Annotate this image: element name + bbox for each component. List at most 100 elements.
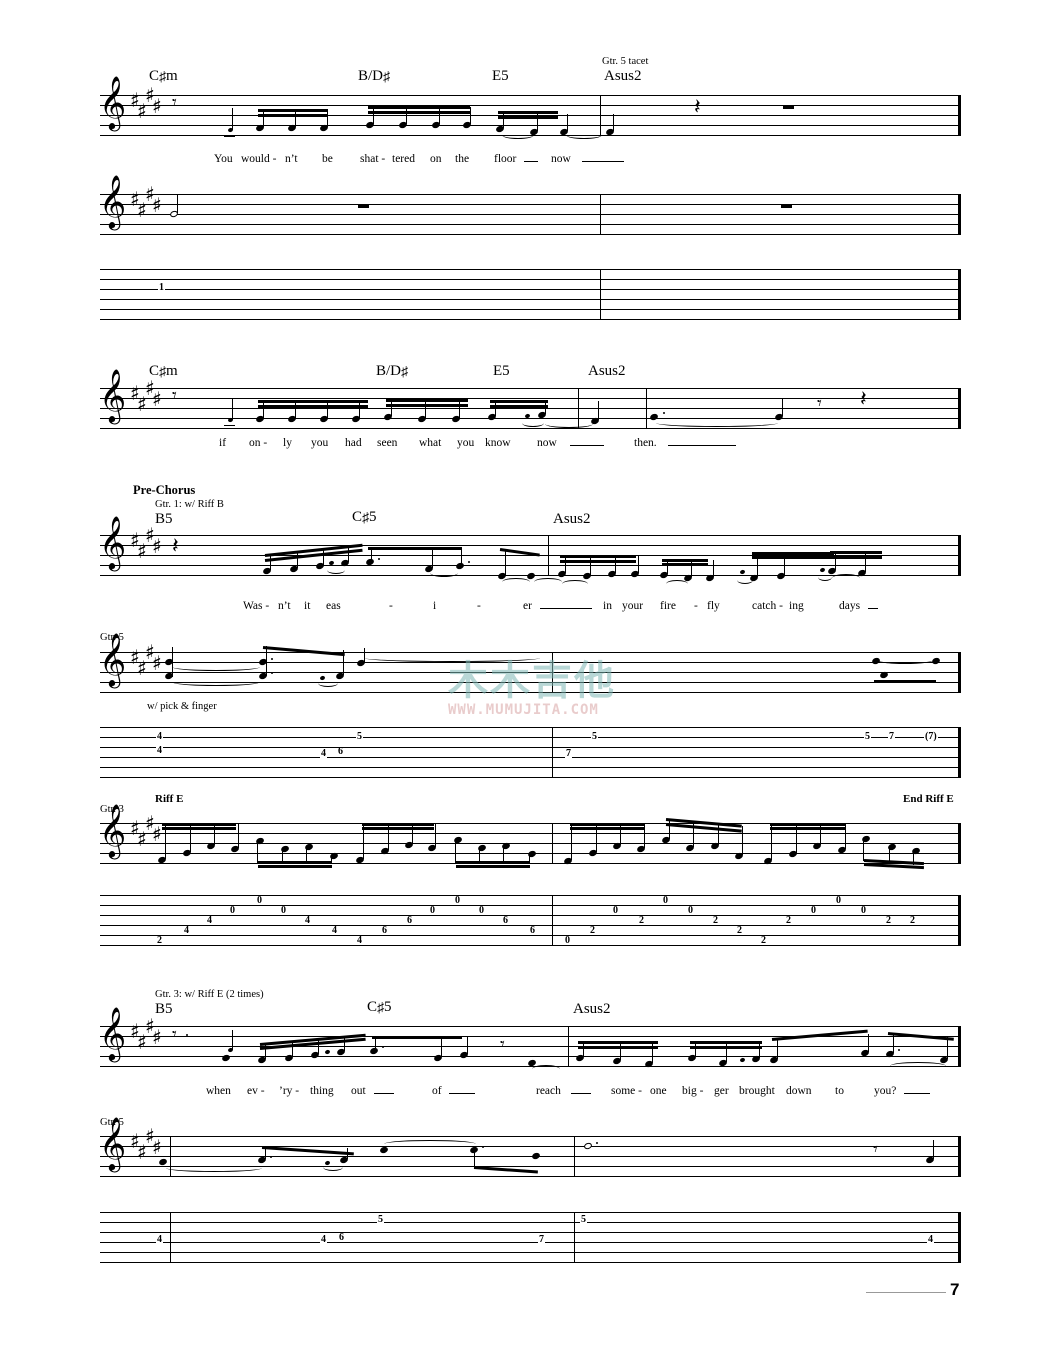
beam [456, 865, 530, 869]
tab-number: (7) [924, 731, 938, 742]
note-stem [590, 556, 592, 575]
tie [566, 131, 602, 139]
barline [552, 727, 553, 778]
lyric-syllable: ing [789, 600, 804, 612]
note-stem [375, 1037, 377, 1050]
note-stem [435, 824, 437, 847]
note-stem [238, 824, 240, 848]
note-stem [455, 839, 457, 863]
key-signature-sharp-icon: ♯ [152, 534, 162, 558]
note-stem [343, 650, 345, 675]
lyric-syllable: You [214, 153, 233, 165]
chord-symbol: Asus2 [588, 363, 626, 379]
chord-symbol: B5 [155, 1001, 173, 1017]
barline [958, 823, 961, 864]
treble-clef-icon: 𝄞 [99, 75, 127, 129]
tab-number: 6 [338, 1232, 345, 1243]
lyric-extender [904, 1093, 930, 1095]
tie [502, 578, 530, 586]
note-head [526, 571, 536, 581]
tie [327, 566, 345, 574]
note-stem [615, 556, 617, 573]
lyric-syllable: big - [682, 1085, 704, 1097]
note-stem [474, 1150, 476, 1168]
note-stem [165, 824, 167, 859]
tablature-staff [100, 727, 960, 778]
tab-number: 7 [565, 748, 572, 759]
barline [170, 1136, 171, 1177]
tablature-staff [100, 895, 960, 946]
riff-label-end: End Riff E [903, 793, 954, 805]
key-signature-sharp-icon: ♯ [152, 1135, 162, 1159]
note-stem [172, 647, 174, 677]
treble-clef-icon: 𝄞 [99, 632, 127, 686]
lyric-syllable: Was - [243, 600, 270, 612]
note-stem [270, 555, 272, 570]
lyric-syllable: er [523, 600, 532, 612]
eighth-flag-icon: 𝅙 [596, 390, 605, 420]
barline [958, 269, 961, 320]
lyric-syllable: tered [392, 153, 415, 165]
performance-note: Gtr. 5 tacet [602, 56, 649, 67]
note-stem [667, 560, 669, 574]
tab-number: 4 [320, 1234, 327, 1245]
lyric-extender [668, 445, 736, 447]
chord-symbol: E5 [492, 68, 509, 84]
note-stem [820, 824, 822, 845]
tab-number: 5 [356, 731, 363, 742]
tab-number: 0 [429, 905, 436, 916]
note-stem [529, 853, 531, 863]
tab-number: 6 [502, 915, 509, 926]
chord-symbol: E5 [493, 363, 510, 379]
tab-number: 7 [538, 1234, 545, 1245]
tie [832, 574, 860, 582]
lyric-syllable: you [457, 437, 475, 449]
note-stem [318, 1039, 320, 1054]
lyric-syllable: on [430, 153, 442, 165]
tie [384, 1140, 476, 1148]
barline [958, 1136, 961, 1177]
beam [258, 114, 328, 118]
beam [570, 823, 644, 827]
sheet-music-page: Gtr. 5 tacet C♯m B/D♯ E5 Asus2 𝄞 ♯ ♯ ♯ ♯… [0, 0, 1054, 1364]
tab-number: 2 [638, 915, 645, 926]
note-stem [388, 824, 390, 850]
quarter-rest-icon: 𝄽 [694, 95, 701, 120]
tab-number: 4 [206, 915, 213, 926]
lyric-syllable: catch - [752, 600, 783, 612]
note-stem [669, 820, 671, 839]
note-stem [759, 1042, 761, 1058]
note-stem [505, 549, 507, 575]
lyric-syllable: - [477, 600, 481, 612]
lyric-syllable: you? [874, 1085, 897, 1097]
lyric-syllable: know [485, 437, 511, 449]
tab-number: 2 [712, 915, 719, 926]
eighth-rest-icon: 𝄾 [817, 393, 822, 414]
barline [958, 1212, 961, 1263]
tab-number: 4 [156, 731, 163, 742]
beam [770, 823, 846, 827]
lyric-syllable: i [433, 600, 437, 612]
beam [386, 404, 468, 408]
note-stem [638, 556, 640, 573]
chord-symbol: Asus2 [573, 1001, 611, 1017]
lyric-extender [374, 1093, 394, 1095]
tie [534, 578, 562, 586]
lyric-syllable: out [351, 1085, 366, 1097]
lyric-syllable: one [650, 1085, 667, 1097]
tab-number: 0 [687, 905, 694, 916]
ledger-line [224, 136, 235, 137]
tab-number: 1 [158, 282, 165, 293]
tab-number: 5 [591, 731, 598, 742]
beam [162, 827, 236, 831]
note-stem [652, 1042, 654, 1063]
barline [958, 895, 961, 946]
note-stem [373, 107, 375, 124]
note-stem [835, 552, 837, 570]
note-stem [467, 1037, 469, 1054]
lyric-syllable: - [389, 600, 393, 612]
tab-number: 4 [156, 1234, 163, 1245]
lyric-syllable: your [622, 600, 644, 612]
performance-note: Gtr. 3: w/ Riff E (2 times) [155, 989, 264, 1000]
tab-number: 5 [580, 1214, 587, 1225]
